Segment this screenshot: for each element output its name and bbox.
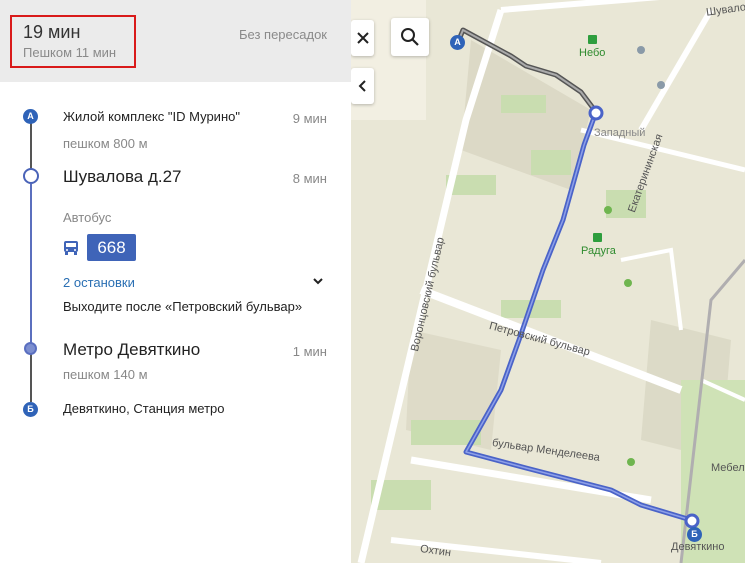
search-button[interactable]: [391, 18, 429, 56]
stops-link[interactable]: 2 остановки: [63, 275, 135, 290]
label-devyatkino[interactable]: Девяткино: [671, 541, 724, 553]
start-duration: 9 мин: [292, 111, 327, 126]
start-walk: пешком 800 м: [63, 136, 148, 151]
exit-hint: Выходите после «Петровский бульвар»: [63, 299, 303, 314]
stop1-duration: 8 мин: [292, 171, 327, 186]
stop2-dot: [24, 342, 37, 355]
map-marker-a[interactable]: А: [450, 35, 465, 50]
walk-line-2: [30, 354, 32, 402]
chevron-left-icon: [358, 80, 366, 92]
stop2-walk: пешком 140 м: [63, 367, 148, 382]
label-zapadny: Западный: [594, 127, 646, 139]
map-base: [351, 0, 745, 563]
start-marker-a: А: [23, 109, 38, 124]
transfers-info: Без пересадок: [238, 27, 327, 42]
start-name: Жилой комплекс "ID Мурино": [63, 109, 240, 124]
close-button[interactable]: [351, 20, 374, 56]
stop1-name: Шувалова д.27: [63, 167, 182, 186]
highlight-box: [10, 15, 136, 68]
stop1-ring: [23, 168, 39, 184]
close-icon: [356, 32, 369, 44]
transport-type: Автобус: [63, 210, 112, 225]
bus-line: [30, 184, 32, 344]
label-mebel: Мебел: [711, 462, 745, 474]
stop2-duration: 1 мин: [292, 344, 327, 359]
map-marker-b[interactable]: Б: [687, 527, 702, 542]
end-marker-b: Б: [23, 402, 38, 417]
walk-line-1: [30, 123, 32, 169]
route-panel: 19 мин Пешком 11 мин Без пересадок А Жил…: [0, 0, 351, 563]
label-nebo[interactable]: Небо: [579, 47, 605, 59]
stop2-name: Метро Девяткино: [63, 340, 201, 359]
end-name: Девяткино, Станция метро: [63, 401, 225, 416]
search-icon: [401, 28, 419, 46]
route-number-badge[interactable]: 668: [87, 234, 136, 261]
route-summary[interactable]: 19 мин Пешком 11 мин Без пересадок: [0, 0, 351, 82]
map[interactable]: А Б Шувало Небо Западный Екатерининская …: [351, 0, 745, 563]
bus-icon: [64, 241, 78, 255]
collapse-panel-button[interactable]: [351, 68, 374, 104]
label-raduga[interactable]: Радуга: [581, 245, 616, 257]
chevron-down-icon[interactable]: [313, 276, 323, 286]
